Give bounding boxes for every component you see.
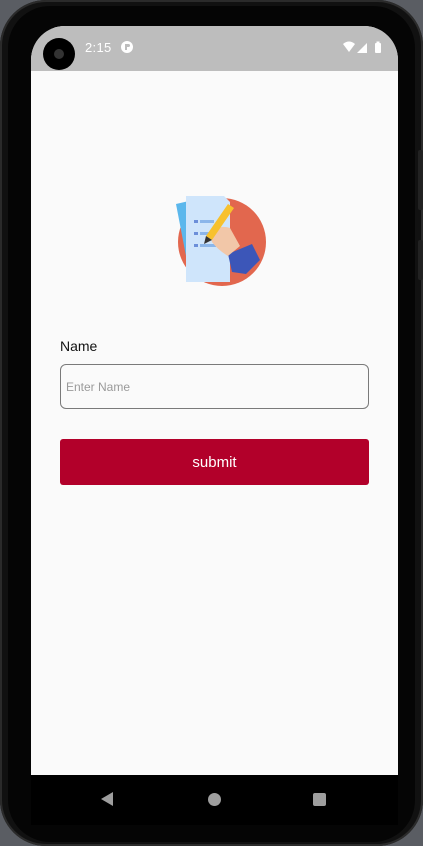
screen: 2:15 Name Enter Name submit [31, 26, 398, 825]
camera-icon [43, 38, 75, 70]
phone-frame: 2:15 Name Enter Name submit [0, 0, 423, 846]
name-input[interactable] [60, 364, 369, 409]
signal-icon [357, 43, 367, 53]
app-body: Name submit [31, 71, 398, 775]
battery-icon [375, 41, 381, 53]
name-label: Name [60, 338, 98, 354]
back-icon[interactable] [100, 791, 114, 807]
recents-icon[interactable] [313, 793, 326, 806]
home-icon[interactable] [208, 793, 221, 806]
wifi-icon [343, 41, 355, 52]
power-button [418, 240, 423, 280]
submit-button[interactable]: submit [60, 439, 369, 485]
status-bar: 2:15 [31, 26, 398, 71]
navigation-bar [31, 775, 398, 825]
status-time: 2:15 [85, 40, 112, 55]
document-writing-icon [176, 196, 266, 286]
system-status-icons [343, 41, 381, 53]
volume-button [418, 150, 423, 210]
notification-icon [121, 41, 133, 53]
